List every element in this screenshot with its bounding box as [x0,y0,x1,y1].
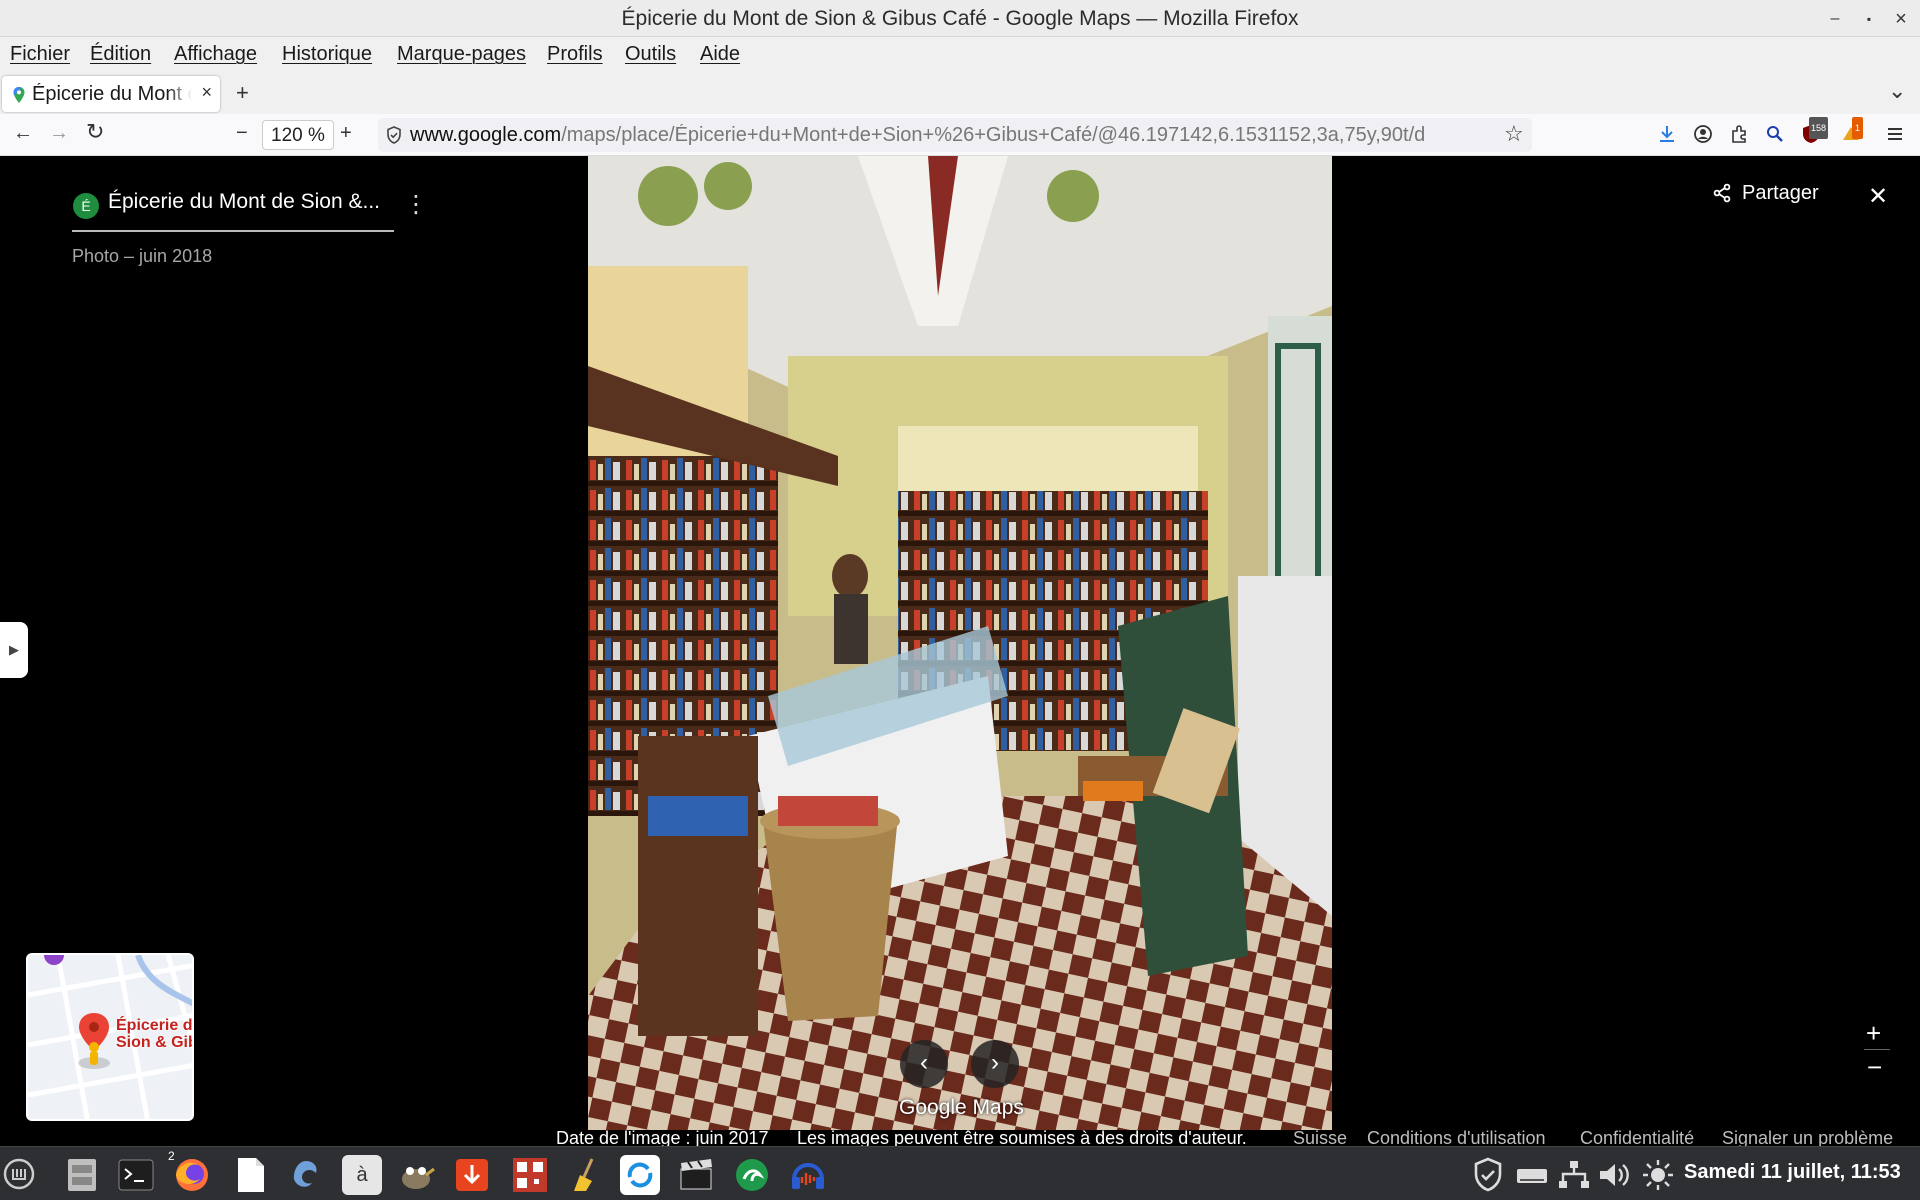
zoom-reset-button[interactable]: 120 % [262,120,334,150]
close-viewer-button[interactable]: ✕ [1868,182,1888,211]
drive-icon[interactable] [1514,1155,1550,1195]
attribution-footer: Date de l'image : juin 2017 Les images p… [0,1128,1920,1146]
terminal-icon[interactable]: 2 [116,1149,175,1195]
app-swirl-icon[interactable] [286,1155,326,1195]
map-pin-icon [78,1013,110,1069]
url-path: /maps/place/Épicerie+du+Mont+de+Sion+%26… [561,124,1426,146]
gimp-icon[interactable] [396,1155,436,1195]
audio-editor-icon[interactable] [788,1155,828,1195]
image-date: Date de l'image : juin 2017 [556,1128,769,1146]
maps-photo-viewer: É Épicerie du Mont de Sion &... ⋮ Photo … [0,156,1920,1146]
menu-bar: Fichier Édition Affichage Historique Mar… [0,37,1920,74]
store-photo[interactable] [588,156,1332,1130]
report-problem-link[interactable]: Signaler un problème [1722,1128,1893,1146]
google-maps-watermark: Google Maps [899,1096,1024,1119]
menu-aide[interactable]: Aide [700,43,740,66]
downloads-icon[interactable] [1656,123,1678,145]
zoom-in-button[interactable]: + [340,122,352,145]
menu-profils[interactable]: Profils [547,43,603,66]
firefox-icon[interactable] [172,1155,212,1195]
clock[interactable]: Samedi 11 juillet, 11:53 [1684,1161,1901,1184]
viewer-zoom-in-button[interactable]: + [1866,1018,1881,1049]
extensions-icon[interactable] [1728,123,1750,145]
close-window-button[interactable]: × [1888,6,1914,32]
file-manager-icon[interactable] [62,1155,102,1195]
place-avatar: É [73,193,99,219]
expand-panel-button[interactable]: ▶ [0,622,28,678]
start-menu-icon[interactable] [2,1157,36,1191]
menu-affichage[interactable]: Affichage [174,43,257,66]
cleaner-broom-icon[interactable] [566,1155,606,1195]
minimap[interactable]: Épicerie duSion & Gibus [26,953,194,1121]
previous-photo-button[interactable]: ‹ [900,1040,948,1088]
url-text: www.google.com/maps/place/Épicerie+du+Mo… [410,124,1500,147]
green-app-icon[interactable] [732,1155,772,1195]
share-icon [1713,183,1731,203]
bookmark-star-icon[interactable]: ☆ [1504,121,1524,147]
copyright-notice: Les images peuvent être soumises à des d… [797,1128,1247,1146]
extension-badge-icon[interactable]: 1 [1840,117,1864,145]
tab-close-icon[interactable]: × [201,82,212,103]
window-title: Épicerie du Mont de Sion & Gibus Café - … [621,7,1299,30]
extension-count-badge: 1 [1852,117,1864,139]
new-tab-button[interactable]: + [236,80,249,106]
hamburger-menu-icon[interactable] [1884,123,1906,145]
back-button[interactable]: ← [13,122,33,145]
privacy-link[interactable]: Confidentialité [1580,1128,1694,1146]
menu-outils[interactable]: Outils [625,43,676,66]
share-label: Partager [1742,182,1819,204]
url-bar[interactable]: www.google.com/maps/place/Épicerie+du+Mo… [378,118,1532,152]
downloader-icon[interactable] [452,1155,492,1195]
minimize-button[interactable]: – [1822,6,1848,32]
zoom-divider [1864,1049,1890,1050]
brightness-icon[interactable] [1640,1155,1676,1195]
keyboard-layout-icon[interactable]: à [342,1155,382,1195]
sync-app-icon[interactable] [620,1155,660,1195]
url-host: www.google.com [410,124,562,146]
minimap-label-line-2: Sion & Gibus [116,1034,192,1051]
tab-active[interactable]: Épicerie du Mont de Sion & Gibus Café × [2,76,220,112]
qr-code-icon[interactable] [510,1155,550,1195]
tab-bar: Épicerie du Mont de Sion & Gibus Café × … [0,74,1920,114]
navigation-toolbar: ← → ↻ − 120 % + www.google.com/maps/plac… [0,114,1920,156]
ublock-icon[interactable]: 158 [1800,117,1829,145]
menu-historique[interactable]: Historique [282,43,372,66]
ublock-count-badge: 158 [1809,117,1829,139]
text-editor-icon[interactable] [230,1155,270,1195]
reload-button[interactable]: ↻ [86,119,104,145]
viewer-zoom-out-button[interactable]: − [1867,1052,1882,1083]
country-label[interactable]: Suisse [1293,1128,1347,1146]
account-icon[interactable] [1692,123,1714,145]
security-shield-icon[interactable] [1470,1155,1506,1195]
tab-list-icon[interactable]: ⌄ [1888,78,1906,104]
next-photo-button[interactable]: › [971,1040,1019,1088]
zoom-out-button[interactable]: − [236,122,248,145]
shield-icon[interactable] [386,126,402,144]
title-underline [72,230,394,232]
firefox-window: Épicerie du Mont de Sion & Gibus Café - … [0,0,1920,1200]
menu-fichier[interactable]: Fichier [10,43,70,66]
search-extension-icon[interactable] [1764,123,1786,145]
more-options-icon[interactable]: ⋮ [404,190,428,219]
minimap-label-line-1: Épicerie du [116,1017,194,1034]
menu-marque-pages[interactable]: Marque-pages [397,43,526,66]
photo-date: Photo – juin 2018 [72,246,213,266]
menu-edition[interactable]: Édition [90,43,151,66]
taskbar: 2 à Samedi 11 juillet, 11:53 [0,1146,1920,1200]
title-bar: Épicerie du Mont de Sion & Gibus Café - … [0,0,1920,37]
minimap-place-label: Épicerie duSion & Gibus [116,1017,194,1051]
place-title-link[interactable]: Épicerie du Mont de Sion &... [108,190,380,214]
network-icon[interactable] [1556,1155,1592,1195]
tab-title: Épicerie du Mont de Sion & Gibus Café [32,83,192,105]
maps-pin-icon [13,87,25,103]
maximize-button[interactable]: ▪ [1856,6,1882,32]
video-editor-icon[interactable] [676,1155,716,1195]
forward-button[interactable]: → [49,122,69,145]
terms-link[interactable]: Conditions d'utilisation [1367,1128,1546,1146]
share-button[interactable]: Partager [1712,182,1819,205]
volume-icon[interactable] [1596,1155,1632,1195]
